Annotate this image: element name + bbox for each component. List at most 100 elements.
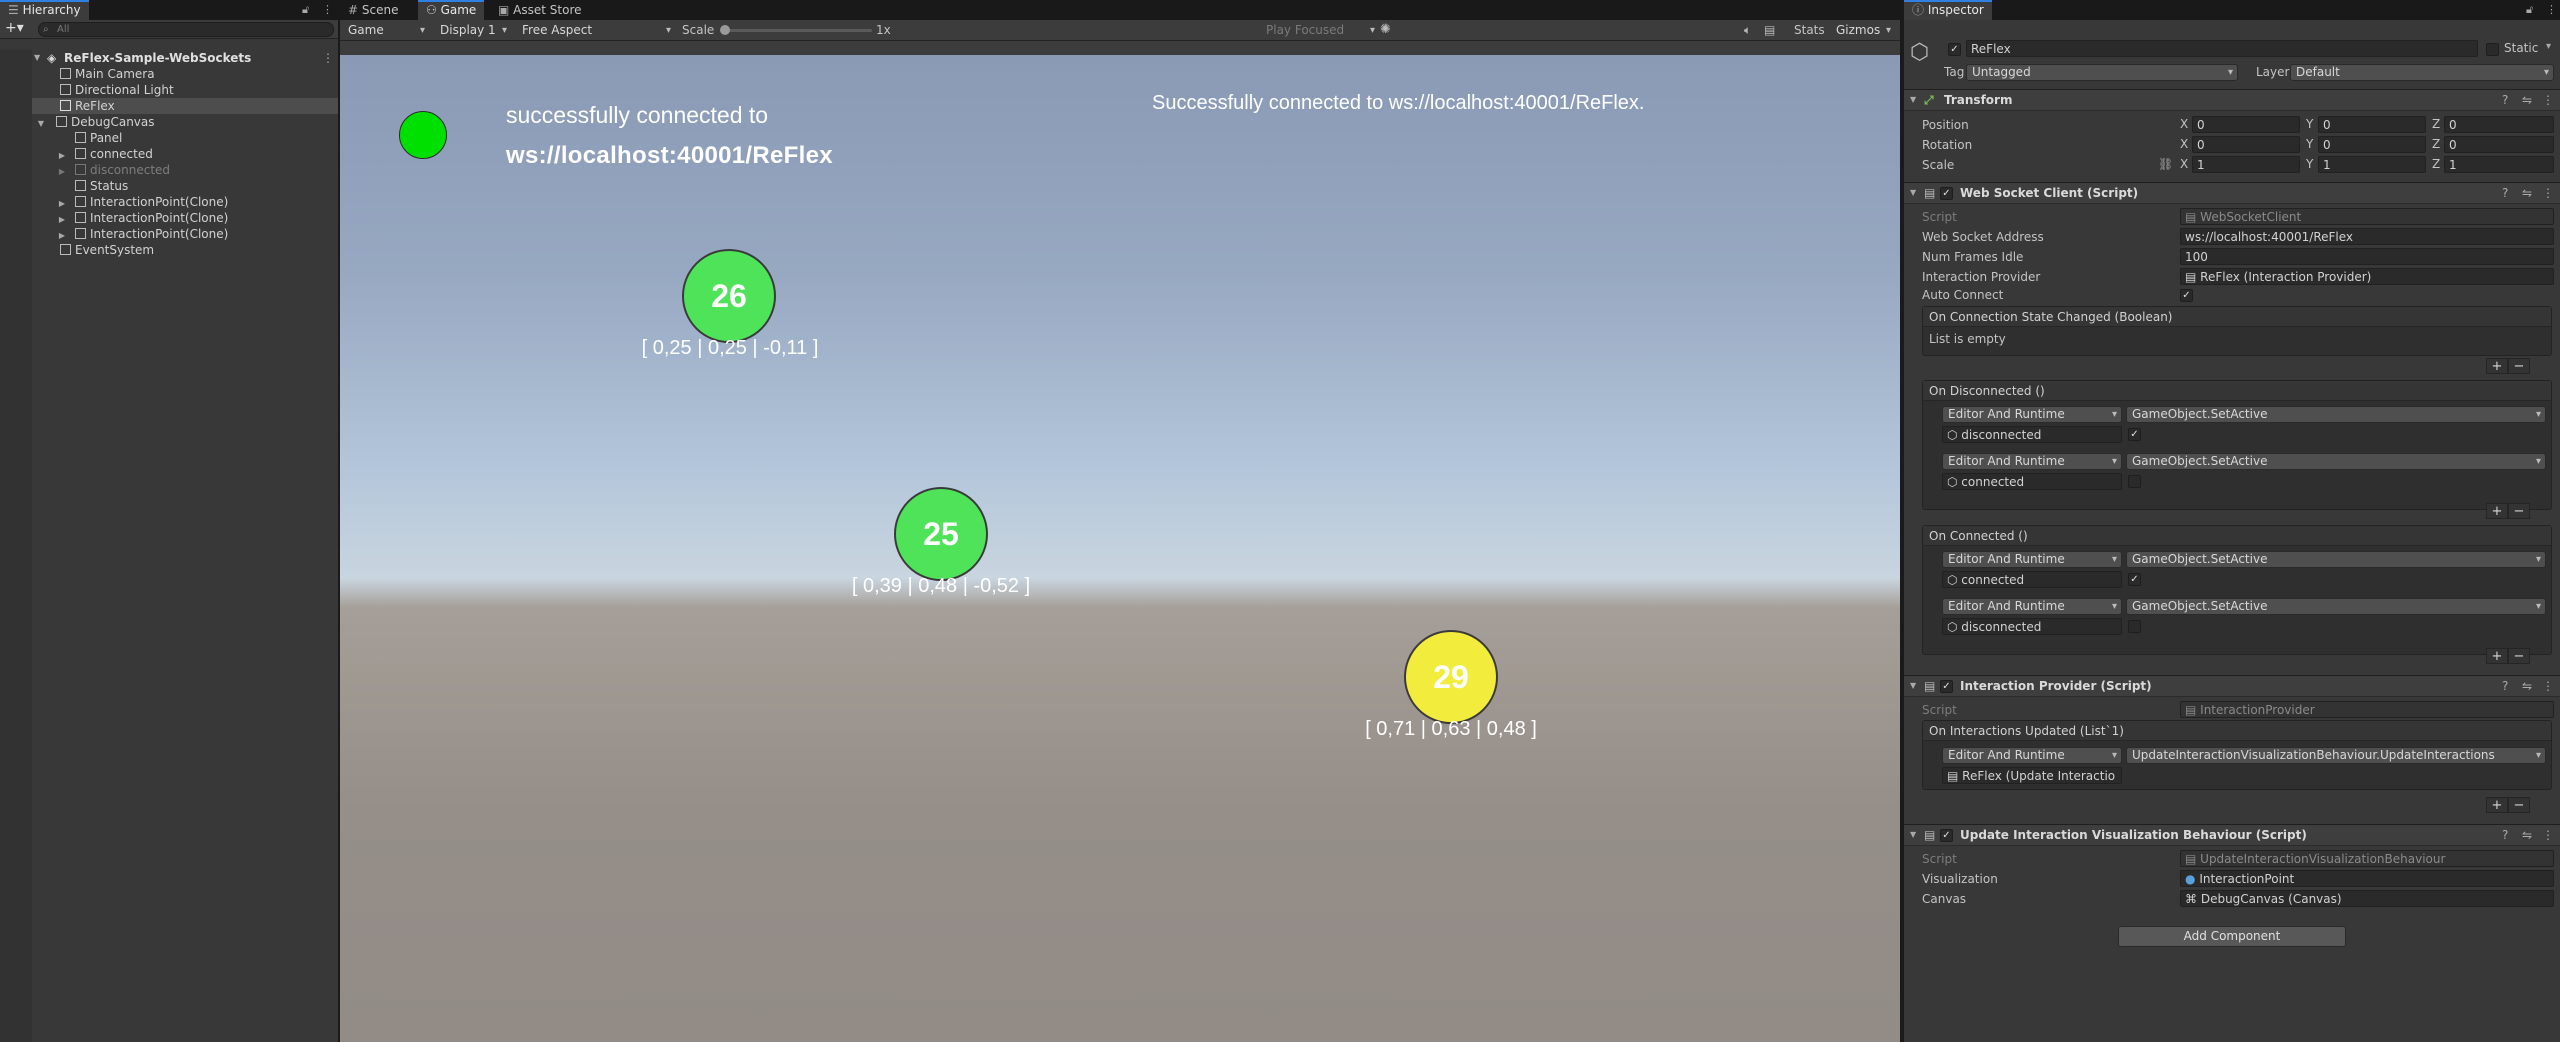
scale-z-field[interactable]: 1 bbox=[2444, 156, 2554, 173]
game-viewport[interactable]: successfully connected to ws://localhost… bbox=[340, 55, 1900, 1042]
websocket-client-header[interactable]: ▼ ▤ ✓ Web Socket Client (Script) ? ⇋ ⋮ bbox=[1904, 182, 2560, 204]
static-dropdown-icon[interactable]: ▾ bbox=[2546, 41, 2551, 52]
runtime-dropdown[interactable]: Editor And Runtime bbox=[1942, 551, 2122, 568]
remove-listener-button[interactable]: − bbox=[2508, 648, 2530, 664]
visualization-field[interactable]: ● InteractionPoint bbox=[2180, 870, 2554, 887]
active-checkbox[interactable]: ✓ bbox=[1948, 43, 1961, 56]
expand-arrow-icon[interactable]: ▼ bbox=[34, 50, 40, 66]
tree-item[interactable]: Panel bbox=[0, 130, 338, 146]
help-icon[interactable]: ? bbox=[2502, 90, 2508, 110]
tree-item[interactable]: ▶ InteractionPoint(Clone) bbox=[0, 210, 338, 226]
help-icon[interactable]: ? bbox=[2502, 183, 2508, 203]
tree-item[interactable]: EventSystem bbox=[0, 242, 338, 258]
method-dropdown[interactable]: GameObject.SetActive bbox=[2126, 551, 2546, 568]
preset-icon[interactable]: ⇋ bbox=[2522, 90, 2532, 110]
tree-item[interactable]: Main Camera bbox=[0, 66, 338, 82]
object-name-field[interactable]: ReFlex bbox=[1966, 40, 2478, 57]
interaction-provider-field[interactable]: ▤ ReFlex (Interaction Provider) bbox=[2180, 268, 2554, 285]
position-y-field[interactable]: 0 bbox=[2318, 116, 2426, 133]
transform-header[interactable]: ▼ ⤢ Transform ? ⇋ ⋮ bbox=[1904, 89, 2560, 111]
scale-x-field[interactable]: 1 bbox=[2192, 156, 2300, 173]
rotation-x-field[interactable]: 0 bbox=[2192, 136, 2300, 153]
arg-checkbox[interactable]: ✓ bbox=[2128, 573, 2141, 586]
method-dropdown[interactable]: UpdateInteractionVisualizationBehaviour.… bbox=[2126, 747, 2546, 764]
component-menu-icon[interactable]: ⋮ bbox=[2542, 825, 2554, 845]
play-focused-dropdown[interactable]: Play Focused bbox=[1260, 22, 1380, 39]
enabled-checkbox[interactable]: ✓ bbox=[1940, 187, 1953, 200]
preset-icon[interactable]: ⇋ bbox=[2522, 183, 2532, 203]
hierarchy-search[interactable]: ⌕ All bbox=[38, 22, 334, 37]
method-dropdown[interactable]: GameObject.SetActive bbox=[2126, 406, 2546, 423]
layer-dropdown[interactable]: Default bbox=[2290, 64, 2554, 81]
remove-listener-button[interactable]: − bbox=[2508, 797, 2530, 813]
tab-game[interactable]: ⚇ Game bbox=[418, 0, 485, 20]
scene-root[interactable]: ▼ ◈ ReFlex-Sample-WebSockets ⋮ bbox=[0, 50, 338, 66]
link-icon[interactable]: ⛓︎ bbox=[2158, 157, 2173, 171]
remove-listener-button[interactable]: − bbox=[2508, 358, 2530, 374]
auto-connect-checkbox[interactable]: ✓ bbox=[2180, 289, 2193, 302]
tab-hierarchy[interactable]: ☰ Hierarchy bbox=[0, 0, 89, 20]
add-icon[interactable]: +▾ bbox=[5, 21, 24, 35]
scale-y-field[interactable]: 1 bbox=[2318, 156, 2426, 173]
add-listener-button[interactable]: + bbox=[2486, 358, 2508, 374]
gizmos-dropdown[interactable]: Gizmos bbox=[1830, 22, 1896, 39]
num-frames-idle-field[interactable]: 100 bbox=[2180, 248, 2554, 265]
add-listener-button[interactable]: + bbox=[2486, 797, 2508, 813]
arg-checkbox[interactable]: ✓ bbox=[2128, 428, 2141, 441]
collapse-arrow-icon[interactable]: ▼ bbox=[1910, 676, 1916, 696]
object-field[interactable]: ⬡ connected bbox=[1942, 571, 2122, 588]
audio-icon[interactable]: 🔈︎ bbox=[1744, 23, 1751, 38]
collapse-arrow-icon[interactable]: ▼ bbox=[1910, 183, 1916, 203]
add-listener-button[interactable]: + bbox=[2486, 503, 2508, 519]
static-checkbox[interactable] bbox=[2486, 43, 2499, 56]
runtime-dropdown[interactable]: Editor And Runtime bbox=[1942, 747, 2122, 764]
more-options-icon[interactable]: ⋮ bbox=[2546, 3, 2557, 17]
runtime-dropdown[interactable]: Editor And Runtime bbox=[1942, 598, 2122, 615]
websocket-address-field[interactable]: ws://localhost:40001/ReFlex bbox=[2180, 228, 2554, 245]
object-field[interactable]: ⬡ connected bbox=[1942, 473, 2122, 490]
collapse-arrow-icon[interactable]: ▼ bbox=[1910, 825, 1916, 845]
object-field[interactable]: ⬡ disconnected bbox=[1942, 618, 2122, 635]
help-icon[interactable]: ? bbox=[2502, 676, 2508, 696]
tab-asset-store[interactable]: ▣ Asset Store bbox=[490, 0, 590, 20]
object-field[interactable]: ⬡ disconnected bbox=[1942, 426, 2122, 443]
tree-item-reflex[interactable]: ReFlex bbox=[0, 98, 338, 114]
game-mode-dropdown[interactable]: Game bbox=[342, 22, 430, 39]
update-visualization-header[interactable]: ▼ ▤ ✓ Update Interaction Visualization B… bbox=[1904, 824, 2560, 846]
position-x-field[interactable]: 0 bbox=[2192, 116, 2300, 133]
component-menu-icon[interactable]: ⋮ bbox=[2542, 183, 2554, 203]
rotation-y-field[interactable]: 0 bbox=[2318, 136, 2426, 153]
debug-icon[interactable]: ✺ bbox=[1380, 22, 1391, 37]
tree-item[interactable]: ▼ DebugCanvas bbox=[0, 114, 338, 130]
scale-slider-handle[interactable] bbox=[720, 25, 730, 35]
stats-button[interactable]: Stats bbox=[1794, 23, 1825, 37]
method-dropdown[interactable]: GameObject.SetActive bbox=[2126, 453, 2546, 470]
enabled-checkbox[interactable]: ✓ bbox=[1940, 680, 1953, 693]
preset-icon[interactable]: ⇋ bbox=[2522, 676, 2532, 696]
enabled-checkbox[interactable]: ✓ bbox=[1940, 829, 1953, 842]
more-options-icon[interactable]: ⋮ bbox=[322, 3, 333, 17]
position-z-field[interactable]: 0 bbox=[2444, 116, 2554, 133]
remove-listener-button[interactable]: − bbox=[2508, 503, 2530, 519]
scene-menu-icon[interactable]: ⋮ bbox=[322, 50, 334, 66]
preset-icon[interactable]: ⇋ bbox=[2522, 825, 2532, 845]
help-icon[interactable]: ? bbox=[2502, 825, 2508, 845]
object-field[interactable]: ▤ ReFlex (Update Interactio bbox=[1942, 767, 2122, 784]
component-menu-icon[interactable]: ⋮ bbox=[2542, 676, 2554, 696]
tree-item[interactable]: Directional Light bbox=[0, 82, 338, 98]
runtime-dropdown[interactable]: Editor And Runtime bbox=[1942, 453, 2122, 470]
tag-dropdown[interactable]: Untagged bbox=[1966, 64, 2238, 81]
layout-icon[interactable]: ▤ bbox=[1764, 23, 1775, 37]
collapse-arrow-icon[interactable]: ▼ bbox=[1910, 90, 1916, 110]
add-listener-button[interactable]: + bbox=[2486, 648, 2508, 664]
canvas-field[interactable]: ⌘ DebugCanvas (Canvas) bbox=[2180, 890, 2554, 907]
scale-slider[interactable] bbox=[720, 25, 872, 35]
runtime-dropdown[interactable]: Editor And Runtime bbox=[1942, 406, 2122, 423]
rotation-z-field[interactable]: 0 bbox=[2444, 136, 2554, 153]
add-component-button[interactable]: Add Component bbox=[2118, 926, 2346, 947]
lock-icon[interactable]: 🔓︎ bbox=[302, 3, 309, 17]
aspect-dropdown[interactable]: Free Aspect bbox=[516, 22, 676, 39]
interaction-provider-header[interactable]: ▼ ▤ ✓ Interaction Provider (Script) ? ⇋ … bbox=[1904, 675, 2560, 697]
component-menu-icon[interactable]: ⋮ bbox=[2542, 90, 2554, 110]
tab-scene[interactable]: # Scene bbox=[340, 0, 406, 20]
